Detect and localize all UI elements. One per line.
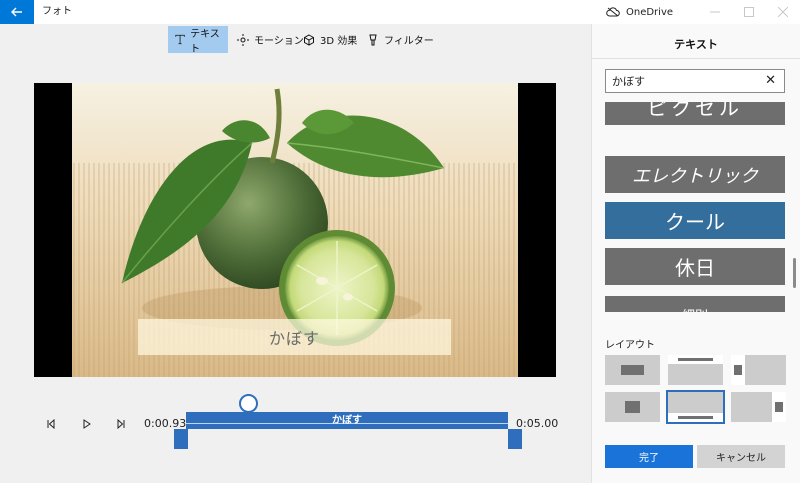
layout-option-right-side[interactable] — [731, 392, 786, 422]
toolbar-3d-effects-button[interactable]: 3D 効果 — [296, 26, 364, 53]
minimize-icon — [710, 11, 720, 13]
text-overlay-caption[interactable]: かぼす — [138, 319, 451, 355]
layout-option-center-small[interactable] — [605, 392, 660, 422]
step-forward-button[interactable] — [114, 417, 128, 431]
text-panel: テキスト ピクセル エレクトリック クール 休日 細則 ✕ レイアウト — [591, 24, 800, 483]
text-icon — [175, 34, 185, 45]
play-icon — [83, 419, 91, 429]
style-cool-label: クール — [665, 210, 725, 234]
style-pixel-button[interactable]: ピクセル — [605, 102, 785, 125]
close-button[interactable] — [766, 0, 800, 24]
layout-bar-shape — [734, 365, 742, 375]
end-time: 0:05.00 — [516, 417, 559, 430]
layout-bar-shape — [621, 365, 644, 375]
layout-bar-shape — [775, 402, 783, 412]
layout-option-left-side[interactable] — [731, 355, 786, 385]
step-back-button[interactable] — [44, 417, 58, 431]
trim-start-handle[interactable] — [174, 429, 188, 449]
style-holiday-label: 休日 — [675, 256, 715, 280]
close-icon — [778, 7, 788, 17]
step-forward-icon — [117, 419, 125, 429]
text-entry-input[interactable] — [612, 74, 762, 87]
toolbar-text-label: テキスト — [190, 28, 220, 55]
layout-bar-shape — [678, 416, 713, 419]
toolbar-text-button[interactable]: テキスト — [168, 26, 228, 55]
editor-toolbar: テキスト モーション 3D 効果 フィルター — [0, 24, 591, 58]
text-style-list[interactable]: ピクセル エレクトリック クール 休日 細則 — [605, 102, 785, 312]
step-back-icon — [47, 419, 55, 429]
maximize-icon — [744, 7, 754, 17]
style-cool-button[interactable]: クール — [605, 202, 785, 239]
back-arrow-icon — [11, 7, 22, 17]
timeline-clip-label: かぼす — [332, 415, 362, 426]
cloud-offline-icon — [606, 7, 620, 17]
text-entry-box[interactable]: ✕ — [605, 69, 785, 93]
clear-text-icon[interactable]: ✕ — [765, 73, 776, 88]
motion-icon — [237, 33, 249, 46]
style-holiday-button[interactable]: 休日 — [605, 248, 785, 285]
cancel-button[interactable]: キャンセル — [697, 445, 785, 468]
style-fine-print-button[interactable]: 細則 — [605, 296, 785, 312]
3d-effects-icon — [304, 33, 314, 46]
video-preview[interactable]: かぼす — [34, 83, 556, 377]
style-electric-label: エレクトリック — [632, 165, 758, 187]
onedrive-label: OneDrive — [626, 6, 674, 18]
maximize-button[interactable] — [732, 0, 766, 24]
style-electric-button[interactable]: エレクトリック — [605, 156, 785, 193]
toolbar-filter-label: フィルター — [384, 36, 434, 47]
toolbar-filter-button[interactable]: フィルター — [360, 26, 441, 53]
play-button[interactable] — [80, 417, 94, 431]
style-fine-print-label: 細則 — [682, 305, 708, 312]
layout-bar-shape — [625, 401, 640, 413]
style-pixel-label: ピクセル — [647, 102, 743, 120]
layout-option-center-box[interactable] — [605, 355, 660, 385]
filter-icon — [369, 34, 377, 45]
layout-option-top[interactable] — [668, 355, 723, 385]
done-button[interactable]: 完了 — [605, 445, 693, 468]
style-list-scrollbar[interactable] — [793, 258, 796, 288]
playhead-handle[interactable] — [239, 394, 258, 413]
panel-title: テキスト — [674, 38, 718, 51]
panel-divider — [592, 58, 800, 59]
layout-bar-shape — [678, 358, 713, 361]
title-bar: フォト OneDrive — [0, 0, 800, 24]
minimize-button[interactable] — [698, 0, 732, 24]
app-title: フォト — [42, 6, 72, 17]
back-button[interactable] — [0, 0, 34, 24]
layout-section-label: レイアウト — [605, 340, 655, 351]
onedrive-status[interactable]: OneDrive — [606, 0, 673, 24]
window-controls — [698, 0, 800, 24]
toolbar-3d-effects-label: 3D 効果 — [320, 36, 358, 47]
trim-end-handle[interactable] — [508, 429, 522, 449]
layout-option-bottom[interactable] — [666, 390, 725, 424]
